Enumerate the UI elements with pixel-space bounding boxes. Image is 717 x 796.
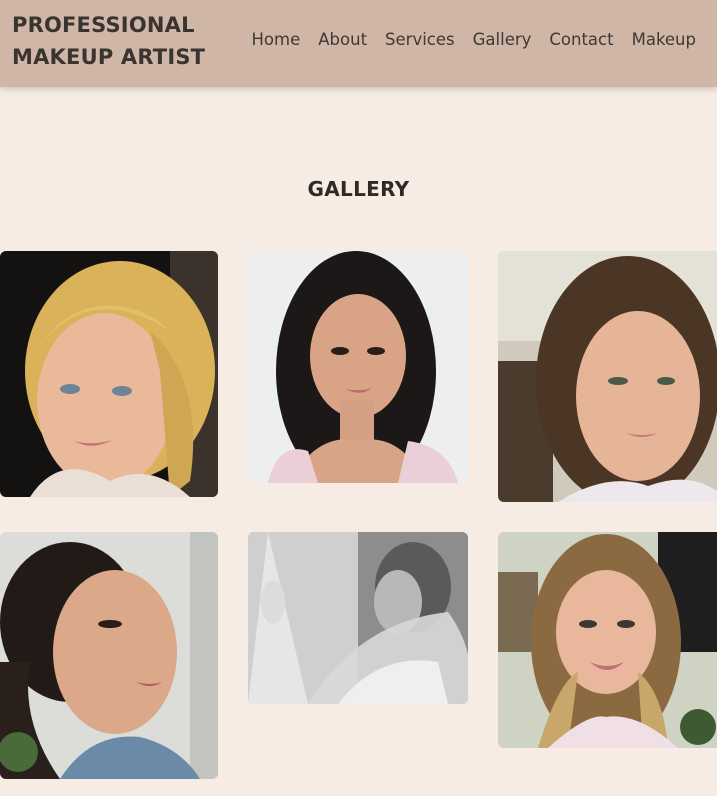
nav-contact[interactable]: Contact	[549, 30, 613, 49]
nav-makeup[interactable]: Makeup	[632, 30, 696, 49]
gallery-heading: GALLERY	[307, 177, 410, 201]
nav-about[interactable]: About	[318, 30, 367, 49]
site-header: PROFESSIONAL MAKEUP ARTIST Home About Se…	[0, 0, 717, 87]
nav-services[interactable]: Services	[385, 30, 455, 49]
nav-gallery[interactable]: Gallery	[473, 30, 532, 49]
gallery-photo-2[interactable]	[248, 251, 468, 483]
gallery-photo-3[interactable]	[498, 251, 717, 502]
site-logo-text[interactable]: PROFESSIONAL MAKEUP ARTIST	[12, 9, 212, 73]
main-nav: Home About Services Gallery Contact Make…	[252, 30, 696, 49]
gallery-photo-5[interactable]	[248, 532, 468, 704]
gallery-photo-4[interactable]	[0, 532, 218, 779]
gallery-photo-1[interactable]	[0, 251, 218, 497]
gallery-photo-6[interactable]	[498, 532, 717, 748]
nav-home[interactable]: Home	[252, 30, 301, 49]
